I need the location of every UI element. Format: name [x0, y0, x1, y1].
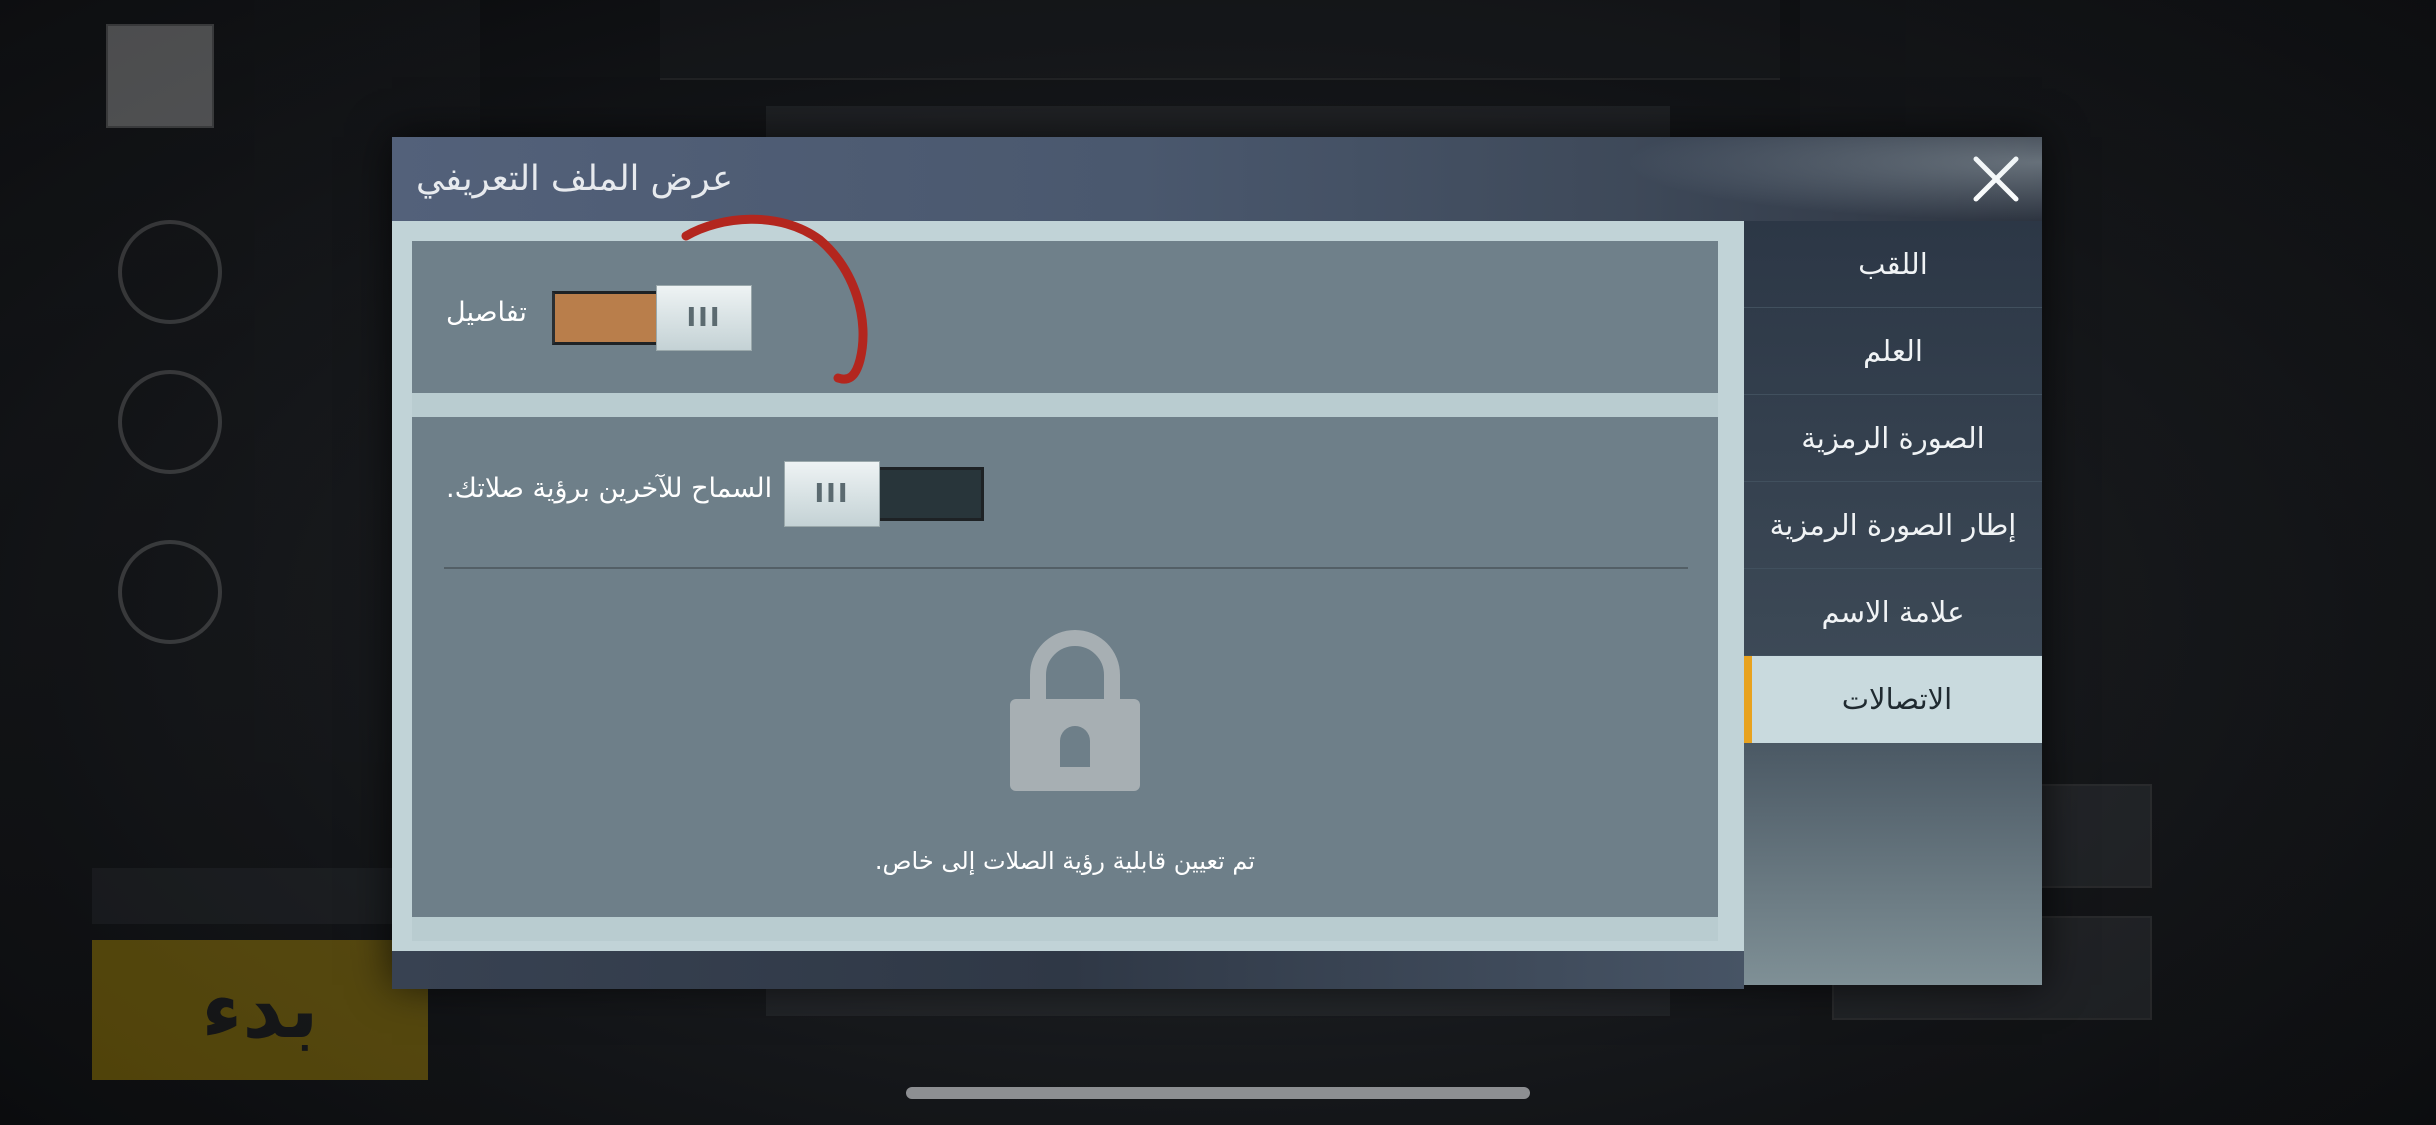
sidebar-item-flag[interactable]: العلم [1744, 308, 2042, 395]
modal-body: تفاصيل III السماح للآخرين برؤية صلاتك. I… [392, 221, 1744, 989]
bg-player-avatar [106, 24, 214, 128]
bg-circle-icon [118, 220, 222, 324]
bg-circle-icon [118, 370, 222, 474]
modal-title: عرض الملف التعريفي [416, 159, 733, 199]
toggle-knob[interactable]: III [656, 285, 752, 351]
home-indicator[interactable] [906, 1087, 1530, 1099]
show-connections-toggle[interactable]: III [784, 461, 984, 527]
sidebar-item-avatar[interactable]: الصورة الرمزية [1744, 395, 2042, 482]
sidebar-item-connections[interactable]: الاتصالات [1744, 656, 2042, 743]
lock-icon [1000, 627, 1150, 797]
bg-top-bar [660, 0, 1780, 80]
details-toggle[interactable]: III [552, 285, 752, 351]
bg-circle-icon [118, 540, 222, 644]
private-visibility-note: تم تعيين قابلية رؤية الصلات إلى خاص. [874, 847, 1256, 875]
content-area: تفاصيل III السماح للآخرين برؤية صلاتك. I… [412, 241, 1718, 941]
bg-team-bar [92, 868, 428, 924]
details-label: تفاصيل [446, 297, 527, 328]
sidebar-item-name-tag[interactable]: علامة الاسم [1744, 569, 2042, 656]
profile-sidebar: اللقب العلم الصورة الرمزية إطار الصورة ا… [1744, 221, 2042, 985]
show-connections-label: السماح للآخرين برؤية صلاتك. [446, 473, 773, 504]
game-screen: بدء عرض الملف التعريفي تفاصيل III السماح… [0, 0, 2436, 1125]
connections-privacy-panel: السماح للآخرين برؤية صلاتك. III تم تعيين… [412, 417, 1718, 917]
close-button[interactable] [1962, 145, 2030, 213]
divider [444, 567, 1688, 569]
details-row: تفاصيل III [412, 241, 1718, 393]
bg-start-button: بدء [92, 940, 428, 1080]
sidebar-item-avatar-frame[interactable]: إطار الصورة الرمزية [1744, 482, 2042, 569]
profile-display-modal: عرض الملف التعريفي تفاصيل III السماح للآ… [392, 137, 2042, 989]
modal-header: عرض الملف التعريفي [392, 137, 2042, 221]
toggle-knob[interactable]: III [784, 461, 880, 527]
sidebar-item-title[interactable]: اللقب [1744, 221, 2042, 308]
close-icon [1973, 156, 2019, 202]
